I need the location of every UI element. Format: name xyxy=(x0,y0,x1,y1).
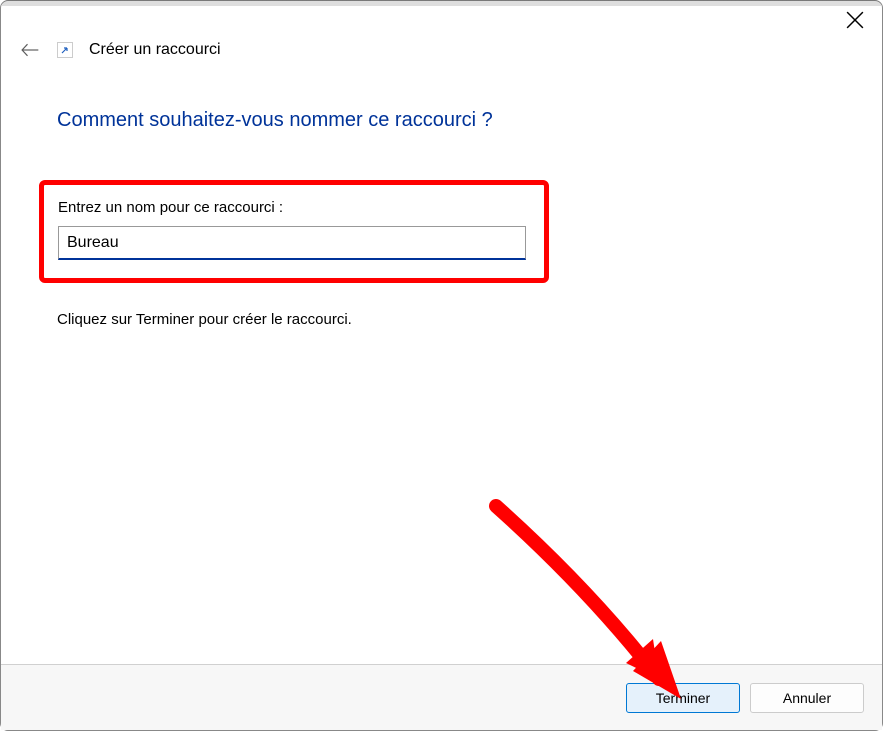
wizard-footer: Terminer Annuler xyxy=(1,664,882,730)
close-icon xyxy=(846,11,864,29)
wizard-header: Créer un raccourci xyxy=(1,39,882,61)
arrow-left-icon xyxy=(20,40,40,60)
window-top-edge xyxy=(2,0,881,6)
wizard-content: Comment souhaitez-vous nommer ce raccour… xyxy=(1,61,882,664)
wizard-window: Créer un raccourci Comment souhaitez-vou… xyxy=(0,0,883,731)
wizard-title: Créer un raccourci xyxy=(89,41,221,59)
finish-button[interactable]: Terminer xyxy=(626,683,740,713)
page-heading: Comment souhaitez-vous nommer ce raccour… xyxy=(57,109,826,132)
cancel-button[interactable]: Annuler xyxy=(750,683,864,713)
back-button[interactable] xyxy=(19,39,41,61)
help-text: Cliquez sur Terminer pour créer le racco… xyxy=(57,311,826,328)
name-label: Entrez un nom pour ce raccourci : xyxy=(58,199,530,216)
shortcut-name-input[interactable] xyxy=(58,226,526,260)
close-button[interactable] xyxy=(846,11,864,29)
highlight-annotation: Entrez un nom pour ce raccourci : xyxy=(39,180,549,283)
titlebar xyxy=(1,1,882,39)
shortcut-arrow-icon xyxy=(57,42,73,58)
